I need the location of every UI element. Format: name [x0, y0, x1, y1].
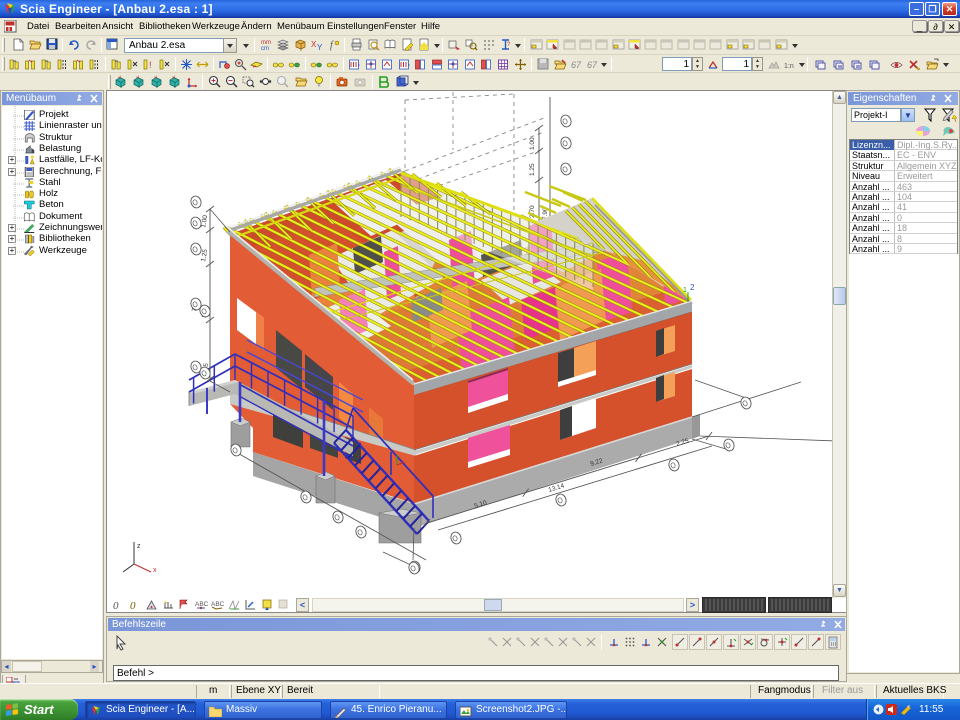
svg-text:2: 2: [690, 283, 695, 292]
svg-text:z: z: [137, 543, 141, 550]
svg-text:Y: Y: [317, 43, 323, 51]
svg-text:xl: xl: [172, 75, 175, 80]
svg-text:1:n: 1:n: [784, 63, 794, 70]
svg-text:f: f: [330, 40, 334, 51]
svg-text:!: !: [149, 60, 152, 70]
svg-text:1.00: 1.00: [529, 137, 536, 150]
svg-text:0: 0: [113, 600, 119, 611]
svg-text:xl: xl: [154, 75, 157, 80]
svg-text:1.25: 1.25: [529, 163, 536, 176]
svg-text:?: ?: [507, 42, 511, 48]
svg-text:cm: cm: [261, 46, 269, 51]
svg-text:1: 1: [683, 287, 687, 294]
svg-text:67: 67: [587, 60, 598, 70]
svg-text:xl: xl: [118, 75, 121, 80]
svg-text:x: x: [153, 567, 157, 574]
svg-text:xl: xl: [136, 75, 139, 80]
svg-text:67: 67: [571, 60, 582, 70]
svg-text:0: 0: [130, 600, 136, 611]
